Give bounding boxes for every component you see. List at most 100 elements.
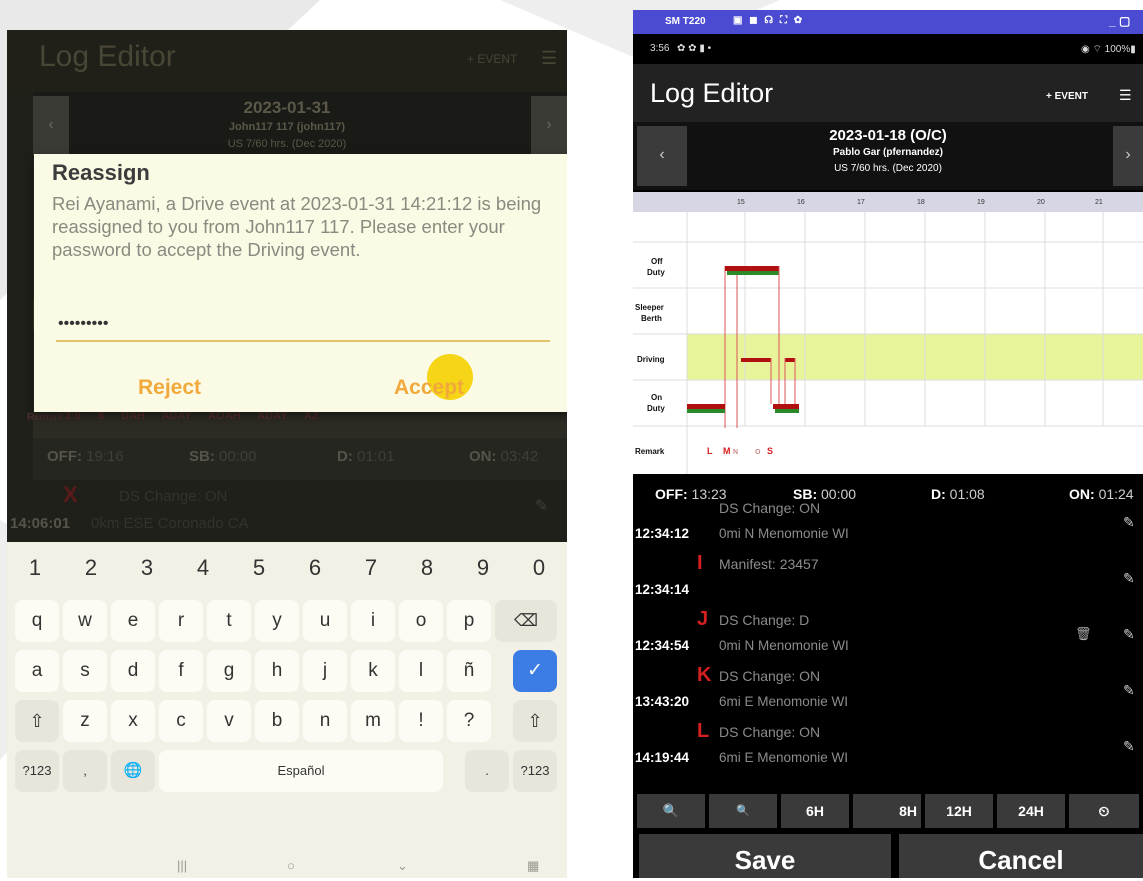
keyboard-row-2: a s d f g h j k l ñ ✓ (7, 650, 567, 694)
key-8[interactable]: 8 (421, 555, 433, 581)
edit-icon[interactable]: ✎ (1123, 738, 1135, 755)
key-v[interactable]: v (207, 700, 251, 742)
key-l[interactable]: l (399, 650, 443, 692)
event-time: 12:34:54 (635, 638, 690, 653)
key-n[interactable]: n (303, 700, 347, 742)
key-5[interactable]: 5 (253, 555, 265, 581)
key-z[interactable]: z (63, 700, 107, 742)
globe-icon[interactable]: 🌐 (111, 750, 155, 792)
keyboard-switch-icon[interactable]: ▦ (527, 858, 539, 874)
row-label-sleeper: Sleeper Berth (635, 303, 664, 323)
zoom-in-icon[interactable]: 🔍 (637, 794, 705, 828)
zoom-out-icon[interactable]: 🔍 (709, 794, 777, 828)
event-description: Manifest: 23457 (719, 556, 819, 572)
key-g[interactable]: g (207, 650, 251, 692)
add-event-button[interactable]: + EVENT (1046, 91, 1088, 102)
event-row[interactable]: I Manifest: 23457 12:34:14 ✎ (633, 552, 1143, 608)
key-e[interactable]: e (111, 600, 155, 642)
shift-right-icon[interactable]: ⇧ (513, 700, 557, 742)
key-f[interactable]: f (159, 650, 203, 692)
event-row[interactable]: K DS Change: ON 13:43:20 6mi E Menomonie… (633, 664, 1143, 720)
row-label-remark: Remark (635, 447, 665, 456)
event-row[interactable]: J DS Change: D 12:34:54 0mi N Menomonie … (633, 608, 1143, 664)
key-w[interactable]: w (63, 600, 107, 642)
key-t[interactable]: t (207, 600, 251, 642)
key-k[interactable]: k (351, 650, 395, 692)
key-o[interactable]: o (399, 600, 443, 642)
key-c[interactable]: c (159, 700, 203, 742)
key-1[interactable]: 1 (29, 555, 41, 581)
event-row[interactable]: L DS Change: ON 14:19:44 6mi E Menomonie… (633, 720, 1143, 776)
trash-icon[interactable]: 🗑 (1075, 626, 1092, 642)
hour-ruler (633, 192, 1143, 212)
backspace-icon[interactable]: ⌫ (495, 600, 557, 642)
event-letter: I (697, 552, 703, 574)
remark-mark-s: S (767, 446, 773, 456)
zoom-24h-button[interactable]: 24H (997, 794, 1065, 828)
key-y[interactable]: y (255, 600, 299, 642)
cancel-button[interactable]: Cancel (899, 834, 1143, 878)
reject-button[interactable]: Reject (138, 376, 201, 400)
key-period[interactable]: . (465, 750, 509, 792)
event-description: DS Change: ON (719, 500, 821, 516)
key-h[interactable]: h (255, 650, 299, 692)
key-question[interactable]: ? (447, 700, 491, 742)
edit-icon[interactable]: ✎ (1123, 626, 1135, 643)
key-2[interactable]: 2 (85, 555, 97, 581)
key-j[interactable]: j (303, 650, 347, 692)
enter-check-icon[interactable]: ✓ (513, 650, 557, 692)
edit-icon[interactable]: ✎ (535, 496, 548, 516)
key-x[interactable]: x (111, 700, 155, 742)
shift-left-icon[interactable]: ⇧ (15, 700, 59, 742)
cycle-rule: US 7/60 hrs. (Dec 2020) (227, 138, 347, 150)
key-exclamation[interactable]: ! (399, 700, 443, 742)
edit-icon[interactable]: ✎ (1123, 570, 1135, 587)
hour-tick-18: 18 (917, 199, 925, 206)
password-input[interactable] (56, 308, 550, 342)
key-i[interactable]: i (351, 600, 395, 642)
remark-mark-m: M (723, 446, 731, 456)
key-7[interactable]: 7 (365, 555, 377, 581)
key-3[interactable]: 3 (141, 555, 153, 581)
space-bar[interactable]: Español (159, 750, 443, 792)
event-location: 0mi N Menomonie WI (719, 638, 849, 653)
app-title: Log Editor (650, 78, 774, 108)
key-comma[interactable]: , (63, 750, 107, 792)
recents-icon[interactable]: ||| (177, 858, 187, 873)
key-m[interactable]: m (351, 700, 395, 742)
key-p[interactable]: p (447, 600, 491, 642)
key-a[interactable]: a (15, 650, 59, 692)
key-b[interactable]: b (255, 700, 299, 742)
timer-icon[interactable]: ⏲ (1069, 794, 1139, 828)
key-6[interactable]: 6 (309, 555, 321, 581)
reassign-dialog: Reassign Rei Ayanami, a Drive event at 2… (34, 154, 567, 412)
key-u[interactable]: u (303, 600, 347, 642)
key-9[interactable]: 9 (477, 555, 489, 581)
accept-button[interactable]: Accept (394, 376, 464, 400)
hour-tick-16: 16 (797, 199, 805, 206)
status-icons: ▣ ◼ ☊ ⛶ ✿ (733, 15, 805, 26)
key-s[interactable]: s (63, 650, 107, 692)
add-event-button[interactable]: + EVENT (467, 52, 517, 66)
key-4[interactable]: 4 (197, 555, 209, 581)
event-row[interactable]: DS Change: ON 12:34:12 0mi N Menomonie W… (633, 496, 1143, 552)
hide-keyboard-icon[interactable]: ⌄ (397, 858, 408, 874)
symbols-key-right[interactable]: ?123 (513, 750, 557, 792)
home-icon[interactable]: ○ (287, 858, 295, 873)
key-n-tilde[interactable]: ñ (447, 650, 491, 692)
zoom-8h-button[interactable]: 8H (853, 794, 921, 828)
edit-icon[interactable]: ✎ (1123, 514, 1135, 531)
zoom-12h-button[interactable]: 12H (925, 794, 993, 828)
symbols-key-left[interactable]: ?123 (15, 750, 59, 792)
list-icon[interactable]: ☰ (541, 48, 557, 69)
clock: 3:56 (650, 43, 670, 54)
window-controls[interactable]: _ ▢ (1109, 14, 1130, 28)
zoom-6h-button[interactable]: 6H (781, 794, 849, 828)
key-r[interactable]: r (159, 600, 203, 642)
save-button[interactable]: Save (639, 834, 891, 878)
key-q[interactable]: q (15, 600, 59, 642)
list-icon[interactable]: ☰ (1119, 87, 1132, 104)
key-d[interactable]: d (111, 650, 155, 692)
key-0[interactable]: 0 (533, 555, 545, 581)
edit-icon[interactable]: ✎ (1123, 682, 1135, 699)
